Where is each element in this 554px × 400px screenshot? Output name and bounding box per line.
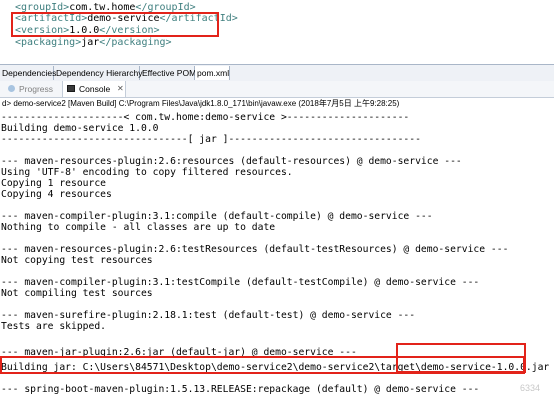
tab-dependencies[interactable]: Dependencies (0, 66, 56, 80)
console-line: Copying 1 resource (1, 178, 106, 189)
tab-console-label: Console (79, 84, 111, 94)
console-line: Tests are skipped. (1, 321, 106, 332)
console-icon (67, 85, 75, 92)
console-line: ---------------------< com.tw.home:demo-… (1, 112, 410, 123)
tab-dependency-hierarchy[interactable]: Dependency Hierarchy (54, 66, 142, 80)
xml-value: jar (81, 37, 100, 48)
console-line: Not compiling test sources (1, 288, 153, 299)
xml-open-tag: <packaging> (15, 37, 82, 48)
xml-line-packaging[interactable]: <packaging>jar</packaging> (15, 37, 172, 49)
pom-xml-editor[interactable]: <groupId>com.tw.home</groupId> <artifact… (0, 0, 554, 62)
console-line: Not copying test resources (1, 255, 153, 266)
console-line: --- maven-surefire-plugin:2.18.1:test (d… (1, 310, 416, 321)
building-jar-highlight-box (0, 356, 525, 374)
console-line: Using 'UTF-8' encoding to copy filtered … (1, 167, 293, 178)
console-line: --- spring-boot-maven-plugin:1.5.13.RELE… (1, 384, 480, 395)
console-line: Nothing to compile - all classes are up … (1, 222, 276, 233)
tab-pom-xml[interactable]: pom.xml (195, 66, 230, 80)
xml-close-tag: </packaging> (99, 37, 172, 48)
close-icon[interactable]: ✕ (117, 81, 124, 97)
view-tab-bar: Progress Console ✕ (0, 81, 554, 98)
pom-editor-tab-bar: Dependencies Dependency Hierarchy Effect… (0, 64, 554, 82)
console-line: --------------------------------[ jar ]-… (1, 134, 421, 145)
console-launch-info: d> demo-service2 [Maven Build] C:\Progra… (2, 99, 400, 108)
watermark: 6334 (519, 383, 540, 393)
tab-progress-label: Progress (19, 84, 54, 94)
console-line: --- maven-resources-plugin:2.6:resources… (1, 156, 462, 167)
console-line: Building demo-service 1.0.0 (1, 123, 159, 134)
tab-effective-pom[interactable]: Effective POM (140, 66, 196, 80)
console-line: --- maven-compiler-plugin:3.1:testCompil… (1, 277, 480, 288)
console-line: --- maven-resources-plugin:2.6:testResou… (1, 244, 509, 255)
console-line: Copying 4 resources (1, 189, 112, 200)
artifact-version-highlight-box (11, 12, 219, 37)
progress-icon (8, 85, 15, 92)
tab-console[interactable]: Console ✕ (62, 81, 126, 97)
console-line: --- maven-compiler-plugin:3.1:compile (d… (1, 211, 433, 222)
